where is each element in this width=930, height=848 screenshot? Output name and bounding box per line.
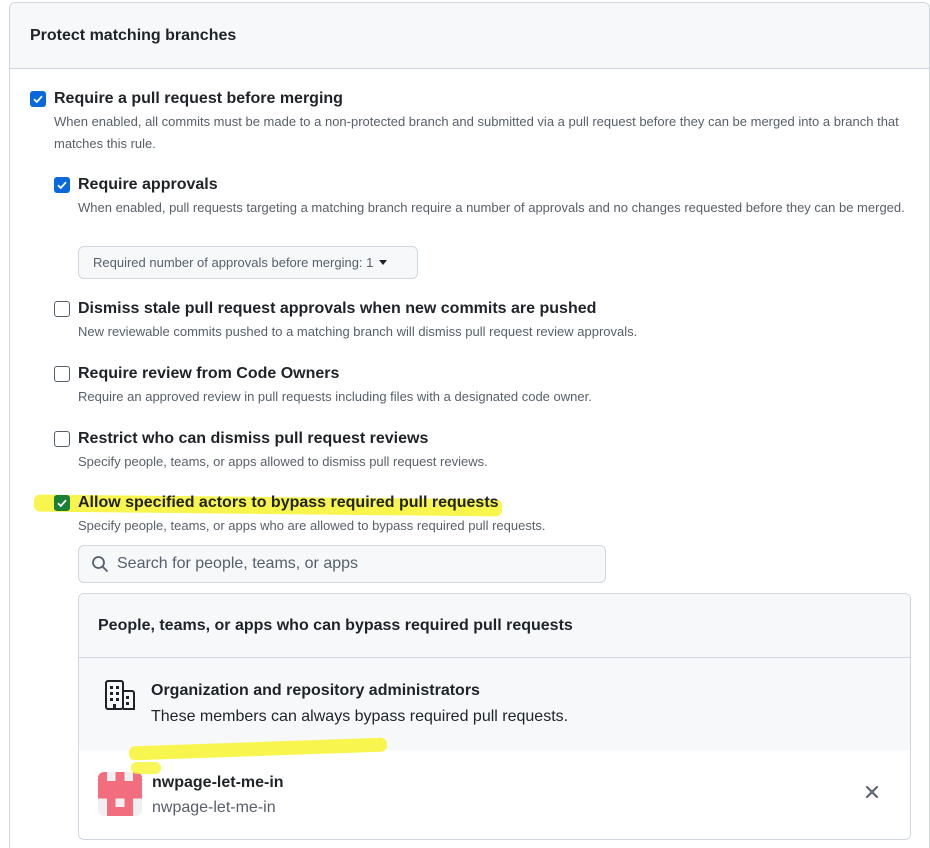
section-title: Protect matching branches	[30, 26, 237, 44]
allow-bypass-checkbox[interactable]	[54, 495, 70, 511]
code-owners-checkbox[interactable]	[54, 366, 70, 382]
search-icon	[92, 556, 108, 572]
approvals-count-label: Required number of approvals before merg…	[93, 255, 374, 270]
check-icon	[57, 499, 67, 508]
approvals-count-select[interactable]: Required number of approvals before merg…	[78, 246, 418, 279]
organization-icon	[105, 680, 135, 710]
dismiss-stale-checkbox[interactable]	[54, 301, 70, 317]
search-input[interactable]	[117, 555, 577, 573]
panel-header: Protect matching branches	[10, 3, 929, 69]
avatar	[98, 772, 142, 816]
require-approvals-description: When enabled, pull requests targeting a …	[78, 200, 905, 215]
code-owners-description: Require an approved review in pull reque…	[78, 389, 592, 404]
list-item-admins: Organization and repository administrato…	[79, 658, 910, 750]
list-item-user: nwpage-let-me-in nwpage-let-me-in	[79, 737, 910, 839]
dismiss-stale-description: New reviewable commits pushed to a match…	[78, 324, 638, 339]
option-restrict-dismiss: Restrict who can dismiss pull request re…	[54, 430, 910, 473]
restrict-dismiss-label: Restrict who can dismiss pull request re…	[78, 430, 429, 447]
option-require-pr: Require a pull request before merging Wh…	[30, 90, 910, 155]
require-pr-label: Require a pull request before merging	[54, 90, 343, 107]
user-login: nwpage-let-me-in	[152, 799, 276, 816]
allow-bypass-label: Allow specified actors to bypass require…	[78, 494, 499, 511]
code-owners-label: Require review from Code Owners	[78, 365, 340, 382]
option-allow-bypass: Allow specified actors to bypass require…	[54, 494, 910, 537]
option-code-owners: Require review from Code Owners Require …	[54, 365, 910, 408]
caret-down-icon	[379, 260, 388, 265]
option-require-approvals: Require approvals When enabled, pull req…	[54, 176, 910, 219]
restrict-dismiss-checkbox[interactable]	[54, 431, 70, 447]
allow-bypass-description: Specify people, teams, or apps who are a…	[78, 518, 546, 533]
option-dismiss-stale: Dismiss stale pull request approvals whe…	[54, 300, 910, 343]
user-name[interactable]: nwpage-let-me-in	[152, 774, 284, 792]
admins-title: Organization and repository administrato…	[151, 682, 480, 699]
require-pr-description: When enabled, all commits must be made t…	[54, 114, 899, 151]
require-approvals-checkbox[interactable]	[54, 177, 70, 193]
highlight-mark	[131, 762, 161, 774]
bypass-actors-list: People, teams, or apps who can bypass re…	[78, 593, 911, 840]
bypass-list-header: People, teams, or apps who can bypass re…	[79, 594, 910, 658]
dismiss-stale-label: Dismiss stale pull request approvals whe…	[78, 300, 597, 317]
check-icon	[33, 95, 43, 104]
admins-description: These members can always bypass required…	[151, 708, 569, 725]
close-icon	[866, 786, 878, 798]
require-pr-checkbox[interactable]	[30, 91, 46, 107]
actor-search	[78, 545, 606, 583]
check-icon	[57, 181, 67, 190]
bypass-list-title: People, teams, or apps who can bypass re…	[98, 616, 573, 634]
remove-user-button[interactable]	[863, 783, 881, 801]
require-approvals-label: Require approvals	[78, 176, 218, 193]
restrict-dismiss-description: Specify people, teams, or apps allowed t…	[78, 454, 488, 469]
